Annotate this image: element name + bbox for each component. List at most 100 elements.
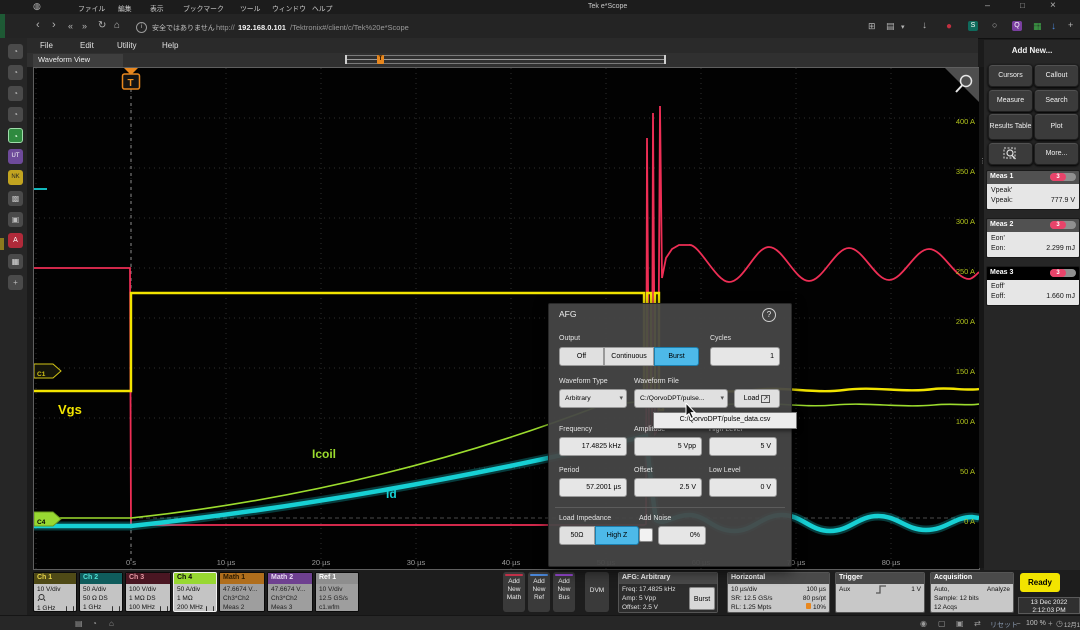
frequency-input[interactable]: 17.4825 kHz — [559, 437, 627, 456]
puzzle-icon[interactable]: + — [1068, 21, 1073, 30]
rewind-icon[interactable]: « — [68, 22, 73, 31]
tab-icon-grid[interactable]: ▦ — [8, 254, 23, 269]
extension-ring-icon[interactable]: ○ — [992, 21, 997, 30]
results-table-button[interactable]: Results Table — [988, 113, 1033, 140]
meas2-pill[interactable]: 3 — [1050, 221, 1076, 229]
tab-icon-ut[interactable]: UT — [8, 149, 23, 164]
output-continuous-button[interactable]: Continuous — [604, 347, 654, 366]
output-burst-button[interactable]: Burst — [654, 347, 699, 366]
panel-toggle-icon[interactable]: ▤ — [75, 619, 83, 628]
add-new-bus-button[interactable]: Add New Bus — [553, 572, 575, 612]
add-noise-checkbox[interactable] — [639, 528, 653, 542]
reload-icon[interactable]: ↻ — [98, 21, 106, 30]
menu-edit-jp[interactable]: 編集 — [118, 3, 132, 13]
impedance-50ohm-button[interactable]: 50Ω — [559, 526, 595, 545]
meas3-pill[interactable]: 3 — [1050, 269, 1076, 277]
back-icon[interactable]: ‹ — [36, 21, 40, 30]
low-level-input[interactable]: 0 V — [709, 478, 777, 497]
extension-q-icon[interactable]: Q — [1012, 21, 1022, 31]
chevron-down-icon[interactable]: ▾ — [901, 23, 905, 32]
app-menu-file[interactable]: File — [40, 41, 53, 50]
meas3-badge[interactable]: Meas 3 3 Eoff' Eoff:1.660 mJ — [986, 266, 1080, 306]
afg-dialog[interactable]: AFG ? Output Off Continuous Burst Cycles… — [548, 303, 792, 567]
meas2-badge[interactable]: Meas 2 3 Eon' Eon:2.299 mJ — [986, 218, 1080, 258]
more-button[interactable]: More... — [1034, 142, 1079, 165]
zoom-out-icon[interactable]: − — [1016, 619, 1021, 628]
amplitude-input[interactable]: 5 Vpp — [634, 437, 702, 456]
math2-badge[interactable]: Math 2 47.6674 V... Ch3*Ch2 Meas 3 — [267, 572, 313, 612]
impedance-highz-button[interactable]: High Z — [595, 526, 639, 545]
tab-icon-nk[interactable]: NK — [8, 170, 23, 185]
search-button[interactable]: Search — [1034, 89, 1079, 112]
info-icon[interactable]: i — [136, 22, 147, 33]
menu-help-jp[interactable]: ヘルプ — [312, 3, 332, 13]
image-toggle-icon[interactable]: ▣ — [956, 619, 964, 628]
sync-icon[interactable]: ◔ — [92, 619, 97, 628]
horizontal-badge[interactable]: Horizontal 10 µs/div100 µs SR: 12.5 GS/s… — [727, 572, 830, 613]
waveform-file-dropdown[interactable]: C:/QorvoDPT/pulse...▾ — [634, 389, 728, 408]
tab-icon-4[interactable]: ◔ — [8, 107, 23, 122]
home-status-icon[interactable]: ⌂ — [109, 619, 114, 628]
measure-button[interactable]: Measure — [988, 89, 1033, 112]
overview-trigger-marker[interactable]: T — [377, 55, 384, 64]
reset-link[interactable]: リセット — [990, 620, 1018, 630]
close-button[interactable]: × — [1050, 1, 1056, 10]
ch1-badge[interactable]: Ch 1 10 V/div 1 GHz — [33, 572, 77, 612]
minimize-button[interactable]: – — [985, 1, 990, 10]
app-menu-edit[interactable]: Edit — [80, 41, 94, 50]
fastforward-icon[interactable]: » — [82, 22, 87, 31]
zoom-in-icon[interactable]: + — [1048, 619, 1053, 628]
dvm-button[interactable]: DVM — [585, 572, 609, 612]
url-host[interactable]: 192.168.0.101 — [238, 23, 286, 32]
zoom-level[interactable]: 100 % — [1026, 620, 1046, 627]
tile-grid-icon[interactable]: ⊞ — [868, 22, 876, 31]
load-button[interactable]: Load ↗ — [734, 389, 780, 408]
cycles-input[interactable]: 1 — [710, 347, 780, 366]
swap-icon[interactable]: ⇄ — [974, 619, 981, 628]
add-new-math-button[interactable]: Add New Math — [503, 572, 525, 612]
new-tab-icon[interactable]: + — [8, 275, 23, 290]
tab-icon-3d[interactable]: ▣ — [8, 212, 23, 227]
plot-button[interactable]: Plot — [1034, 113, 1079, 140]
tile-icon[interactable]: ▢ — [938, 619, 946, 628]
offset-input[interactable]: 2.5 V — [634, 478, 702, 497]
active-tab-icon[interactable]: ◔ — [8, 128, 23, 143]
help-icon[interactable]: ? — [762, 308, 776, 322]
bookmark-icon[interactable]: ▤ — [886, 22, 895, 31]
extension-down-icon[interactable]: ↓ — [1051, 21, 1056, 32]
meas1-badge[interactable]: Meas 1 3 Vpeak' Vpeak:777.9 V — [986, 170, 1080, 210]
tab-icon-3[interactable]: ◔ — [8, 86, 23, 101]
waveform-view-tab[interactable]: Waveform View — [33, 54, 123, 67]
ready-button[interactable]: Ready — [1020, 573, 1060, 592]
tab-icon-qr[interactable]: ▩ — [8, 191, 23, 206]
extension-grid-icon[interactable]: ▦ — [1033, 21, 1042, 32]
home-icon[interactable]: ⌂ — [114, 21, 120, 30]
browser-logo-icon[interactable]: ◍ — [33, 2, 41, 11]
math1-badge[interactable]: Math 1 47.6674 V... Ch3*Ch2 Meas 2 — [219, 572, 265, 612]
horizontal-overview-bar[interactable]: T — [345, 55, 666, 64]
noise-percent-input[interactable]: 0% — [658, 526, 706, 545]
maximize-button[interactable]: □ — [1020, 1, 1025, 10]
waveform-type-dropdown[interactable]: Arbitrary▾ — [559, 389, 627, 408]
afg-burst-button[interactable]: Burst — [689, 587, 715, 610]
ref1-badge[interactable]: Ref 1 10 V/div 12.5 GS/s c1.wfm — [315, 572, 359, 612]
menu-view-jp[interactable]: 表示 — [150, 3, 164, 13]
waveform-plot[interactable]: C1 C4 T Vgs Icoil Id 400 A 350 A 300 A 2… — [33, 67, 980, 570]
app-menu-utility[interactable]: Utility — [117, 41, 137, 50]
afg-badge[interactable]: AFG: Arbitrary Freq: 17.4825 kHz Amp: 5 … — [618, 572, 718, 613]
menu-window-jp[interactable]: ウィンドウ — [272, 3, 306, 13]
extension-s-icon[interactable]: S — [968, 21, 978, 31]
ch3-badge[interactable]: Ch 3 100 V/div 1 MΩ DS 100 MHz — [125, 572, 171, 612]
forward-icon[interactable]: › — [52, 21, 56, 30]
callout-button[interactable]: Callout — [1034, 64, 1079, 87]
menu-bookmarks-jp[interactable]: ブックマーク — [183, 3, 224, 13]
tab-icon-2[interactable]: ◔ — [8, 65, 23, 80]
extension-red-icon[interactable]: ● — [946, 21, 952, 32]
download-icon[interactable]: ↓ — [922, 21, 927, 30]
ch4-badge[interactable]: Ch 4 50 A/div 1 MΩ 200 MHz — [173, 572, 217, 612]
add-new-ref-button[interactable]: Add New Ref — [528, 572, 550, 612]
capture-icon[interactable]: ◉ — [920, 619, 927, 628]
meas1-pill[interactable]: 3 — [1050, 173, 1076, 181]
zoom-mode-button[interactable] — [988, 142, 1033, 165]
menu-file-jp[interactable]: ファイル — [78, 3, 105, 13]
